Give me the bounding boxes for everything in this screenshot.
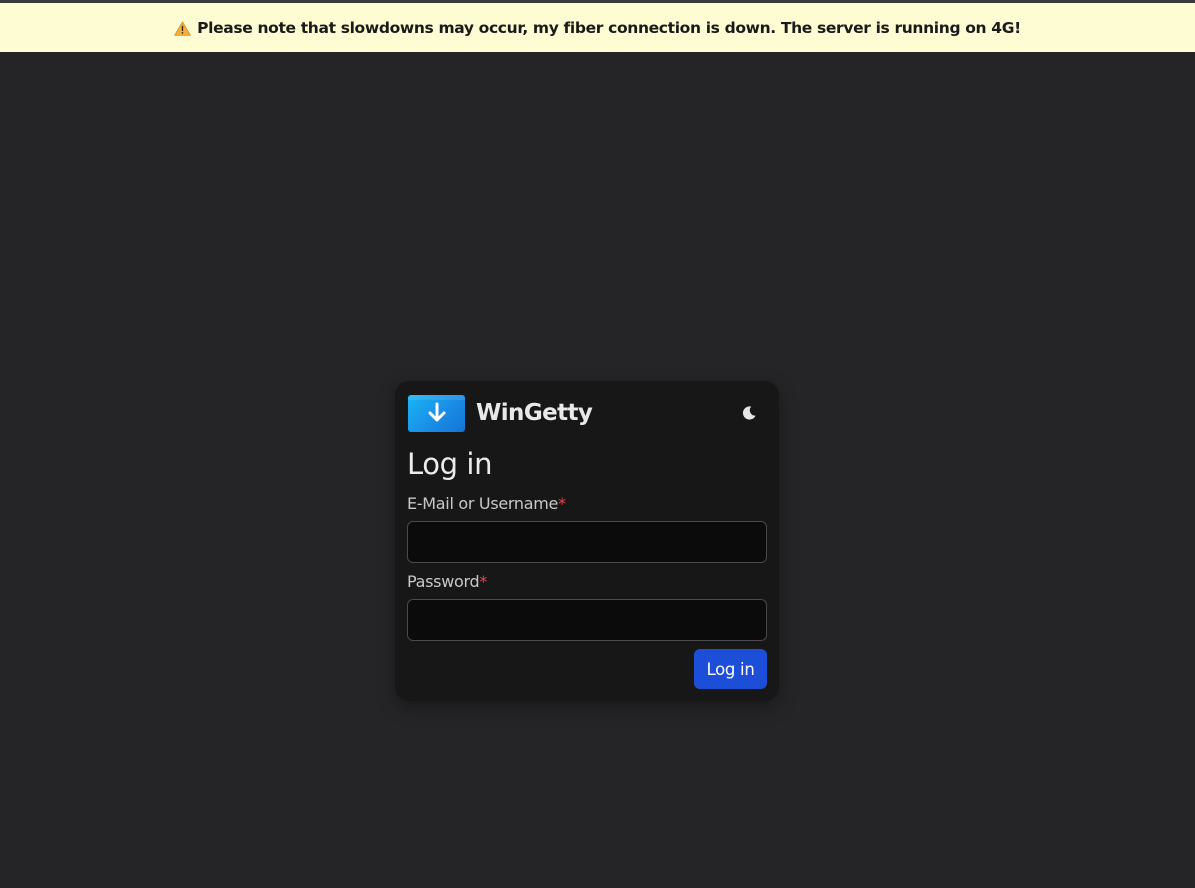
notice-banner: Please note that slowdowns may occur, my…	[0, 3, 1195, 52]
theme-toggle-button[interactable]	[737, 401, 761, 425]
download-arrow-icon	[408, 394, 465, 432]
password-label-text: Password	[407, 572, 480, 591]
username-label: E-Mail or Username*	[407, 494, 566, 513]
page-title: Log in	[407, 447, 493, 481]
brand-name: WinGetty	[476, 400, 593, 426]
card-header: WinGetty	[408, 394, 767, 432]
password-input[interactable]	[407, 599, 767, 641]
login-card: WinGetty Log in E-Mail or Username* Pass…	[395, 381, 779, 701]
login-button[interactable]: Log in	[694, 649, 767, 689]
warning-icon	[174, 21, 191, 36]
required-marker: *	[479, 572, 488, 591]
password-label: Password*	[407, 572, 487, 591]
required-marker: *	[558, 494, 566, 513]
username-label-text: E-Mail or Username	[407, 494, 559, 513]
username-input[interactable]	[407, 521, 767, 563]
banner-message: Please note that slowdowns may occur, my…	[197, 18, 1021, 37]
moon-icon	[742, 406, 756, 420]
